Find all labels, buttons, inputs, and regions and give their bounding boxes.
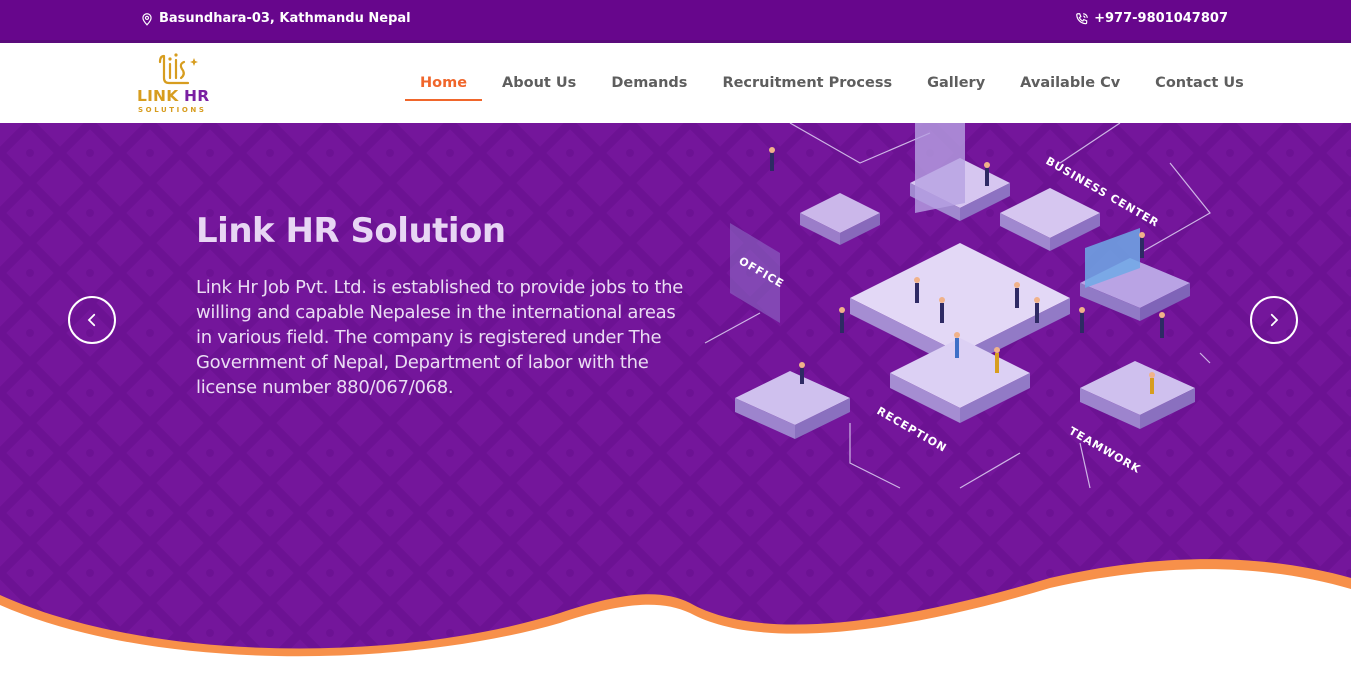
logo-mark-icon — [158, 53, 198, 85]
nav-item-recruitment-process[interactable]: Recruitment Process — [722, 65, 892, 101]
office-isometric-illustration: BUSINESS CENTER OFFICE RECEPTION TEAMWOR… — [704, 123, 1211, 489]
slider-prev-button[interactable] — [68, 296, 116, 344]
address-info: Basundhara-03, Kathmandu Nepal — [140, 11, 411, 26]
phone-icon — [1076, 12, 1088, 24]
hero-description: Link Hr Job Pvt. Ltd. is established to … — [196, 277, 684, 398]
logo-word-link: LINK — [137, 87, 179, 105]
nav-item-contact-us[interactable]: Contact Us — [1155, 65, 1244, 101]
illustration-label-teamwork: TEAMWORK — [1067, 424, 1144, 476]
map-pin-icon — [142, 12, 152, 26]
nav-item-about-us[interactable]: About Us — [502, 65, 576, 101]
nav-item-gallery[interactable]: Gallery — [927, 65, 985, 101]
nav-item-demands[interactable]: Demands — [611, 65, 687, 101]
main-navbar: LINK HR SOLUTIONS Home About Us Demands … — [0, 43, 1351, 123]
phone-info[interactable]: +977-9801047807 — [1075, 11, 1228, 26]
logo-tagline: SOLUTIONS — [138, 106, 207, 114]
top-info-bar: Basundhara-03, Kathmandu Nepal +977-9801… — [0, 0, 1351, 40]
hero-bottom-wave — [0, 559, 1351, 676]
nav-item-available-cv[interactable]: Available Cv — [1020, 65, 1120, 101]
site-logo[interactable]: LINK HR SOLUTIONS — [136, 52, 222, 116]
logo-wordmark: LINK HR — [137, 87, 209, 105]
hero-slider: BUSINESS CENTER OFFICE RECEPTION TEAMWOR… — [0, 123, 1351, 676]
hero-title: Link HR Solution — [196, 211, 506, 251]
phone-number[interactable]: +977-9801047807 — [1094, 11, 1228, 26]
logo-word-hr: HR — [184, 87, 210, 105]
slider-next-button[interactable] — [1250, 296, 1298, 344]
chevron-left-icon — [87, 313, 96, 327]
address-text: Basundhara-03, Kathmandu Nepal — [159, 11, 411, 26]
nav-item-home[interactable]: Home — [405, 65, 483, 101]
nav-menu: Home About Us Demands Recruitment Proces… — [405, 43, 1244, 123]
chevron-right-icon — [1270, 313, 1279, 327]
